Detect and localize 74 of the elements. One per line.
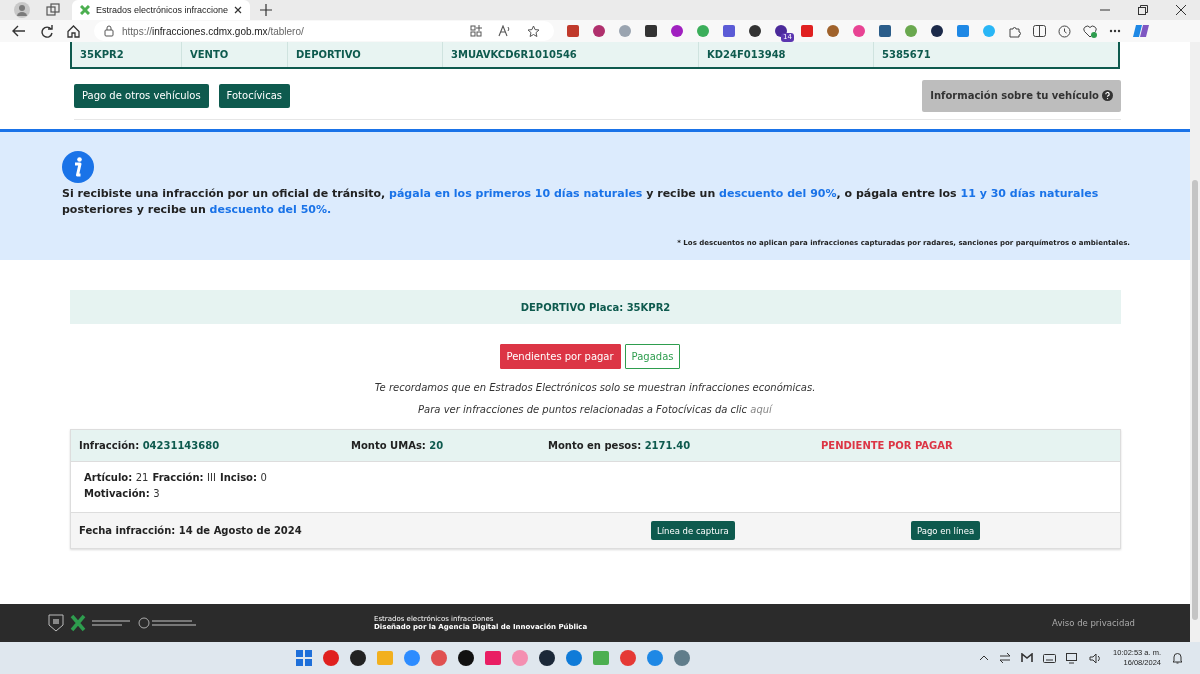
history-icon[interactable] (1058, 24, 1071, 38)
table-cell-text: 5385671 (881, 48, 932, 62)
extension-icon[interactable] (644, 24, 658, 38)
network-icon[interactable] (1066, 652, 1080, 664)
info-field: Monto en pesos: 2171.40 (548, 440, 821, 451)
privacy-link[interactable]: Aviso de privacidad (1052, 618, 1135, 628)
scrollbar[interactable] (1190, 42, 1200, 642)
table-cell: DEPORTIVO (288, 42, 443, 67)
reminder-text: Te recordamos que en Estrados Electrónicos solo se muestran infracciones económicas. (373, 382, 817, 394)
health-icon[interactable] (1083, 24, 1097, 38)
action-button[interactable]: Fotocívicas (218, 83, 290, 108)
new-tab-icon[interactable] (260, 4, 273, 16)
detail-field: Inciso: 0 (219, 472, 267, 483)
notice-text: Si recibiste una infracción por un oficial de tránsito, págala en los primeros 10 días naturales y recibe un descuento del 90%, o págala entre los 11 y 30 días naturales posteriores y recibe un descuento del 50%. (62, 186, 1100, 218)
action-button[interactable]: Pago de otros vehículos (74, 83, 209, 108)
here-link[interactable]: aquí (750, 404, 772, 415)
keyboard-icon[interactable] (1043, 653, 1057, 663)
info-field: Infracción: 04231143680 (79, 440, 351, 451)
app-icon[interactable] (456, 648, 477, 668)
vehicle-header: DEPORTIVO Placa: 35KPR2 (70, 290, 1121, 324)
restore-icon[interactable] (1138, 5, 1148, 15)
detail-field: Fracción: III (152, 472, 216, 483)
close-icon[interactable] (1176, 5, 1186, 15)
extension-icon[interactable] (878, 24, 892, 38)
table-cell: KD24F013948 (699, 42, 874, 67)
address-bar[interactable]: https://infracciones.cdmx.gob.mx/tablero/ (94, 21, 554, 41)
points-note: Para ver infracciones de puntos relacionadas a Fotocívicas da clic aquí (417, 404, 774, 416)
read-aloud-icon[interactable] (498, 25, 511, 37)
app-icon[interactable] (537, 648, 558, 668)
city-logo-icon (70, 614, 86, 632)
infraction-date: Fecha infracción: 14 de Agosto de 2024 (79, 525, 302, 536)
profile-icon[interactable] (14, 2, 30, 18)
tray-app-icon[interactable] (1021, 653, 1034, 663)
payment-button[interactable]: Pago en línea (911, 521, 981, 540)
lock-icon (104, 25, 114, 37)
favorite-icon[interactable] (527, 24, 540, 38)
status-tab[interactable]: Pagadas (624, 344, 681, 369)
notification-icon[interactable] (1172, 652, 1183, 664)
table-cell: 3MUAVKCD6R1010546 (443, 42, 699, 67)
vehicle-info-button[interactable]: Información sobre tu vehículo (922, 79, 1121, 112)
detail-field: Motivación: 3 (84, 488, 160, 499)
extension-icon[interactable] (930, 24, 944, 38)
chevron-up-icon[interactable] (979, 655, 990, 661)
copilot-icon[interactable] (1133, 23, 1149, 39)
detail-field: Artículo: 21 (84, 472, 149, 483)
info-icon (62, 151, 94, 183)
volume-icon[interactable] (1089, 652, 1103, 664)
browser-tab[interactable]: Estrados electrónicos infraccione (72, 0, 251, 20)
transfer-icon[interactable] (999, 653, 1012, 663)
start-icon[interactable] (294, 648, 315, 668)
split-screen-icon[interactable] (1033, 25, 1046, 37)
extension-icon[interactable] (748, 24, 762, 38)
site-icon (80, 5, 90, 15)
reload-icon[interactable] (40, 24, 53, 38)
help-icon (1102, 90, 1113, 101)
close-icon[interactable] (234, 6, 243, 14)
status-label: PENDIENTE POR PAGAR (821, 440, 954, 451)
table-cell: 35KPR2 (72, 42, 182, 67)
emblem-icon (48, 614, 64, 632)
extension-icon[interactable] (592, 24, 606, 38)
more-icon[interactable] (1109, 29, 1121, 33)
app-icon[interactable] (348, 648, 369, 668)
apps-icon[interactable] (470, 25, 482, 37)
home-icon[interactable] (67, 24, 80, 38)
url-text: https://infracciones.cdmx.gob.mx/tablero/ (122, 25, 304, 37)
tab-title: Estrados electrónicos infraccione (96, 5, 229, 15)
workspaces-icon[interactable] (46, 3, 60, 17)
back-icon[interactable] (12, 25, 26, 37)
payment-button[interactable]: Línea de captura (651, 521, 735, 540)
extension-icon[interactable] (670, 24, 684, 38)
info-field: Monto UMAs: 20 (351, 440, 548, 451)
table-cell: VENTO (182, 42, 288, 67)
status-tab[interactable]: Pendientes por pagar (499, 344, 621, 369)
extensions-icon[interactable] (1008, 24, 1021, 38)
